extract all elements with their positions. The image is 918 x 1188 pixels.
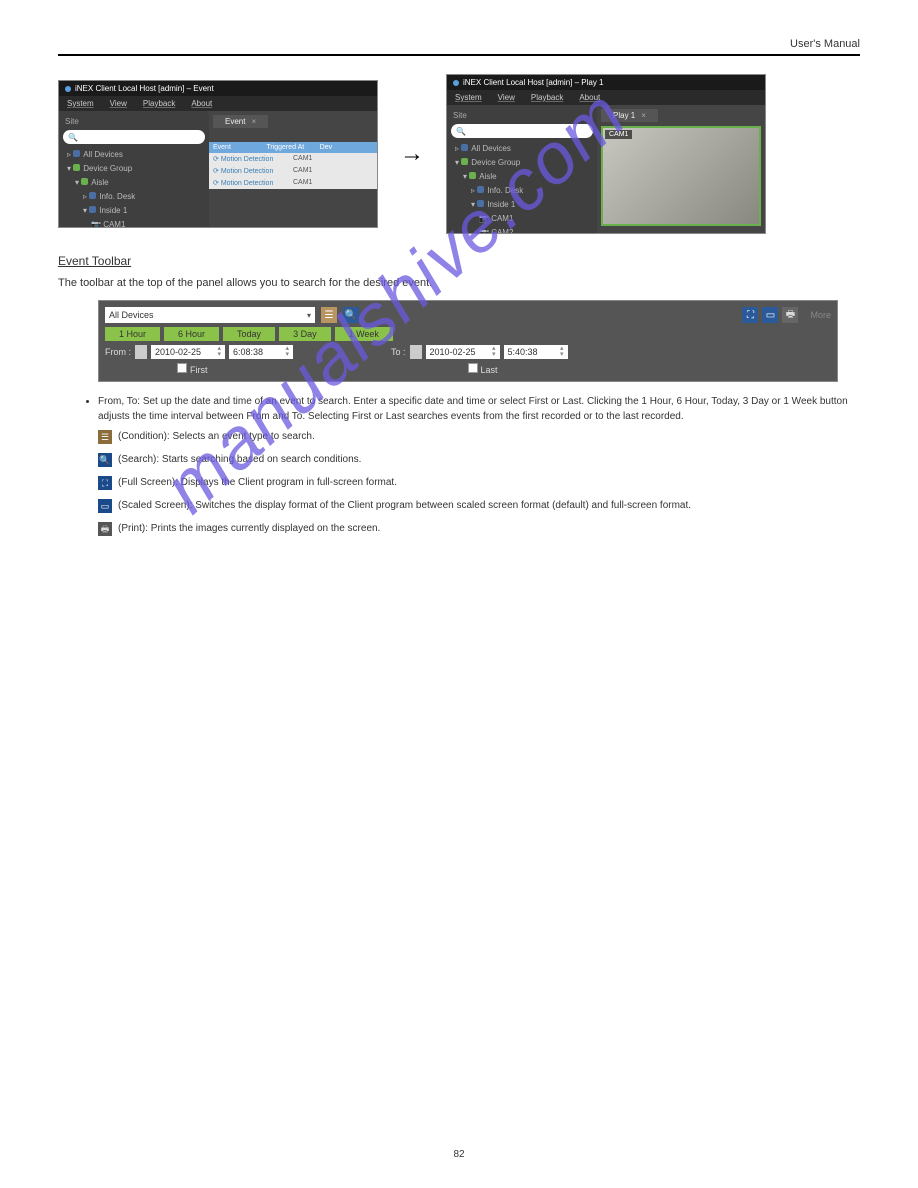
col-event: Event	[213, 144, 266, 151]
app-icon	[65, 86, 71, 92]
event-header: Event Triggered At Dev	[209, 142, 377, 153]
bullet-text: From, To: Set up the date and time of an…	[98, 394, 860, 424]
sidebar: Site 🔍 ▹ All Devices ▾ Device Group ▾ Ai…	[447, 105, 597, 233]
menubar: System View Playback About	[447, 90, 765, 105]
device-tree: ▹ All Devices ▾ Device Group ▾ Aisle ▹ I…	[63, 148, 205, 228]
scaled-icon[interactable]: ▭	[762, 307, 778, 323]
menu-system[interactable]: System	[455, 93, 482, 102]
scaled-icon: ▭	[98, 499, 112, 513]
ss-title: iNEX Client Local Host [admin] – Event	[59, 81, 377, 96]
calendar-icon[interactable]	[135, 345, 147, 359]
tree-cam1[interactable]: 📷 CAM1	[67, 218, 205, 228]
section-intro: The toolbar at the top of the panel allo…	[58, 276, 860, 290]
tab-today[interactable]: Today	[223, 327, 275, 341]
tree-all-devices[interactable]: ▹ All Devices	[67, 148, 205, 162]
play-screenshot: iNEX Client Local Host [admin] – Play 1 …	[446, 74, 766, 234]
section-title: Event Toolbar	[58, 254, 860, 268]
calendar-icon[interactable]	[410, 345, 422, 359]
screenshots-row: iNEX Client Local Host [admin] – Event S…	[58, 74, 860, 234]
page-header: User's Manual	[58, 38, 860, 56]
menu-about[interactable]: About	[191, 99, 212, 108]
menu-about[interactable]: About	[579, 93, 600, 102]
site-label: Site	[63, 115, 205, 130]
menu-playback[interactable]: Playback	[143, 99, 175, 108]
event-row[interactable]: ⟳ Motion DetectionCAM1	[209, 177, 377, 189]
menu-view[interactable]: View	[110, 99, 127, 108]
icon-bullet-list: ☰ (Condition): Selects an event type to …	[98, 427, 860, 539]
tab-play[interactable]: Play 1×	[601, 109, 658, 122]
tree-cam2[interactable]: 📷 CAM2	[455, 226, 593, 234]
menu-system[interactable]: System	[67, 99, 94, 108]
tree-inside[interactable]: ▾ Inside 1	[455, 198, 593, 212]
toolbar-screenshot: All Devices▾ ☰ 🔍 ⛶ ▭ 🖶 More 1 Hour 6 Hou…	[98, 300, 838, 382]
tree-info-desk[interactable]: ▹ Info. Desk	[455, 184, 593, 198]
event-screenshot: iNEX Client Local Host [admin] – Event S…	[58, 80, 378, 228]
chevron-down-icon: ▾	[307, 311, 311, 320]
last-checkbox[interactable]: Last	[468, 363, 498, 375]
from-time-input[interactable]: 6:08:38▴▾	[229, 345, 293, 359]
tree-info-desk[interactable]: ▹ Info. Desk	[67, 190, 205, 204]
bullet-search: (Search): Starts searching based on sear…	[118, 450, 361, 470]
event-row[interactable]: ⟳ Motion DetectionCAM1	[209, 153, 377, 165]
tab-6hour[interactable]: 6 Hour	[164, 327, 219, 341]
print-icon[interactable]: 🖶	[782, 307, 798, 323]
ss-title: iNEX Client Local Host [admin] – Play 1	[447, 75, 765, 90]
tree-aisle[interactable]: ▾ Aisle	[67, 176, 205, 190]
tab-1week[interactable]: 1 Week	[335, 327, 393, 341]
tree-aisle[interactable]: ▾ Aisle	[455, 170, 593, 184]
from-label: From :	[105, 347, 131, 357]
menubar: System View Playback About	[59, 96, 377, 111]
to-label: To :	[391, 347, 406, 357]
tab-3day[interactable]: 3 Day	[279, 327, 331, 341]
from-date-input[interactable]: 2010-02-25▴▾	[151, 345, 225, 359]
bullet-condition: (Condition): Selects an event type to se…	[118, 427, 315, 447]
menu-view[interactable]: View	[498, 93, 515, 102]
tree-all-devices[interactable]: ▹ All Devices	[455, 142, 593, 156]
page-number: 82	[0, 1149, 918, 1160]
bullet-print: (Print): Prints the images currently dis…	[118, 519, 380, 539]
tab-1hour[interactable]: 1 Hour	[105, 327, 160, 341]
tree-device-group[interactable]: ▾ Device Group	[67, 162, 205, 176]
tree-cam1[interactable]: 📷 CAM1	[455, 212, 593, 226]
fullscreen-icon[interactable]: ⛶	[742, 307, 758, 323]
col-dev: Dev	[320, 144, 373, 151]
main-panel: Event× Event Triggered At Dev ⟳ Motion D…	[209, 111, 377, 227]
main-panel: Play 1× CAM1	[597, 105, 765, 233]
time-range-tabs: 1 Hour 6 Hour Today 3 Day 1 Week	[105, 327, 831, 341]
search-input[interactable]: 🔍	[451, 124, 593, 138]
close-icon[interactable]: ×	[641, 111, 646, 120]
arrow-icon: →	[390, 140, 434, 168]
tree-inside[interactable]: ▾ Inside 1	[67, 204, 205, 218]
device-tree: ▹ All Devices ▾ Device Group ▾ Aisle ▹ I…	[451, 142, 593, 234]
fullscreen-icon: ⛶	[98, 476, 112, 490]
to-date-input[interactable]: 2010-02-25▴▾	[426, 345, 500, 359]
bullet-fullscreen: (Full Screen): Displays the Client progr…	[118, 473, 397, 493]
close-icon[interactable]: ×	[251, 117, 256, 126]
first-checkbox[interactable]: First	[177, 363, 208, 375]
search-icon: 🔍	[98, 453, 112, 467]
title-text: iNEX Client Local Host [admin] – Play 1	[463, 78, 604, 87]
bullet-scaled: (Scaled Screen): Switches the display fo…	[118, 496, 691, 516]
condition-icon: ☰	[98, 430, 112, 444]
tree-device-group[interactable]: ▾ Device Group	[455, 156, 593, 170]
search-icon[interactable]: 🔍	[343, 307, 359, 323]
more-label[interactable]: More	[810, 310, 831, 320]
site-label: Site	[451, 109, 593, 124]
to-time-input[interactable]: 5:40:38▴▾	[504, 345, 568, 359]
device-dropdown[interactable]: All Devices▾	[105, 307, 315, 323]
search-input[interactable]: 🔍	[63, 130, 205, 144]
app-icon	[453, 80, 459, 86]
camera-preview[interactable]: CAM1	[601, 126, 761, 226]
title-text: iNEX Client Local Host [admin] – Event	[75, 84, 214, 93]
col-triggered: Triggered At	[266, 144, 319, 151]
print-icon: 🖶	[98, 522, 112, 536]
menu-playback[interactable]: Playback	[531, 93, 563, 102]
condition-icon[interactable]: ☰	[321, 307, 337, 323]
tab-event[interactable]: Event×	[213, 115, 268, 128]
bullet-from-to: From, To: Set up the date and time of an…	[98, 394, 860, 424]
sidebar: Site 🔍 ▹ All Devices ▾ Device Group ▾ Ai…	[59, 111, 209, 227]
event-row[interactable]: ⟳ Motion DetectionCAM1	[209, 165, 377, 177]
camera-label: CAM1	[605, 130, 632, 139]
